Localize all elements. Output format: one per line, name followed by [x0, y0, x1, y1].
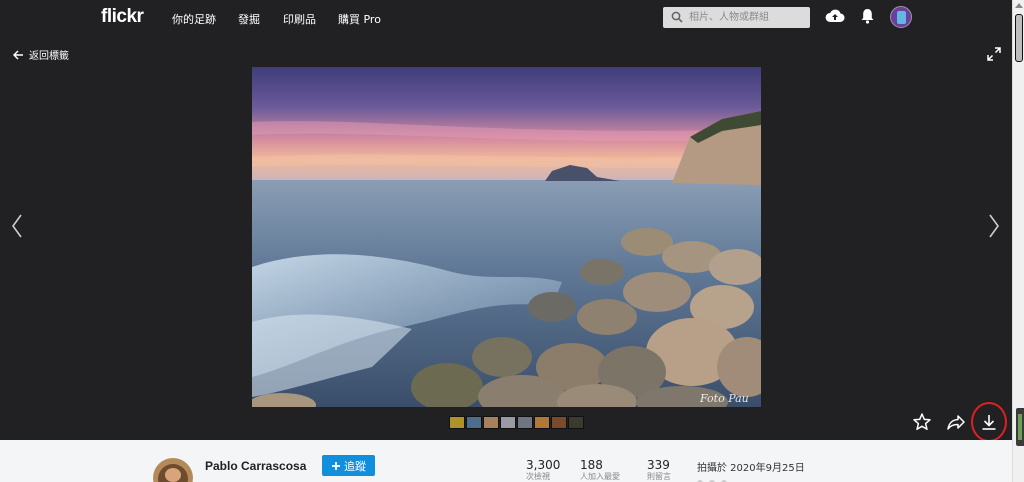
filmstrip-thumbnail[interactable] — [534, 416, 550, 429]
views-count: 3,300 — [526, 458, 561, 472]
search-icon — [671, 11, 683, 23]
follow-label: 追蹤 — [344, 459, 366, 473]
flickr-logo[interactable]: flickr — [101, 6, 144, 28]
share-icon[interactable] — [946, 412, 966, 432]
photo-info-bar: Pablo Carrascosa 追蹤 3,300 次檢視 188 人加入最愛 … — [0, 440, 1012, 482]
search-box[interactable] — [663, 7, 810, 28]
owner-name-link[interactable]: Pablo Carrascosa — [205, 459, 306, 473]
user-avatar[interactable] — [890, 6, 912, 28]
comments-count: 339 — [647, 458, 670, 472]
faves-count: 188 — [580, 458, 603, 472]
nav-prints[interactable]: 印刷品 — [283, 11, 316, 27]
filmstrip-thumbnail[interactable] — [517, 416, 533, 429]
photo-stage: 返回標籤 Foto Pau — [0, 34, 1012, 440]
scroll-up-arrow-icon[interactable] — [1015, 3, 1023, 8]
plus-icon — [332, 461, 340, 470]
nav-explore[interactable]: 發掘 — [238, 11, 260, 27]
filmstrip-thumbnail[interactable] — [466, 416, 482, 429]
faves-stat: 188 人加入最愛 — [580, 458, 620, 482]
previous-photo-arrow-icon[interactable] — [11, 214, 23, 238]
star-icon[interactable] — [912, 412, 932, 432]
top-nav-bar: flickr 你的足跡 發掘 印刷品 購買 Pro — [0, 0, 1012, 34]
filmstrip-thumbnail[interactable] — [483, 416, 499, 429]
nav-get-pro[interactable]: 購買 Pro — [338, 11, 381, 27]
arrow-left-icon — [13, 49, 23, 60]
filmstrip-thumbnail[interactable] — [551, 416, 567, 429]
follow-button[interactable]: 追蹤 — [322, 455, 375, 476]
scrollbar-thumb[interactable] — [1015, 14, 1023, 62]
views-stat: 3,300 次檢視 — [526, 458, 560, 482]
bell-icon[interactable] — [860, 7, 875, 25]
comments-stat: 339 則留言 — [647, 458, 671, 482]
taken-date: 拍攝於 2020年9月25日 — [697, 463, 805, 474]
comments-label: 則留言 — [647, 472, 671, 481]
expand-icon[interactable] — [987, 47, 1001, 61]
owner-avatar[interactable] — [153, 458, 193, 482]
photo-image: Foto Pau — [252, 67, 761, 407]
back-to-tags-link[interactable]: 返回標籤 — [13, 47, 69, 62]
filmstrip-thumbnail[interactable] — [568, 416, 584, 429]
photo-watermark: Foto Pau — [699, 392, 749, 405]
filmstrip — [449, 416, 584, 429]
side-tab[interactable] — [1016, 408, 1024, 446]
main-photo[interactable]: Foto Pau — [252, 67, 761, 407]
next-photo-arrow-icon[interactable] — [988, 214, 1000, 238]
views-label: 次檢視 — [526, 472, 550, 481]
search-input[interactable] — [689, 7, 807, 28]
faves-label: 人加入最愛 — [580, 472, 620, 481]
download-highlight-circle — [971, 402, 1007, 442]
nav-you[interactable]: 你的足跡 — [172, 11, 216, 27]
back-label: 返回標籤 — [29, 51, 69, 62]
filmstrip-thumbnail[interactable] — [449, 416, 465, 429]
filmstrip-thumbnail[interactable] — [500, 416, 516, 429]
cloud-upload-icon[interactable] — [825, 7, 845, 25]
